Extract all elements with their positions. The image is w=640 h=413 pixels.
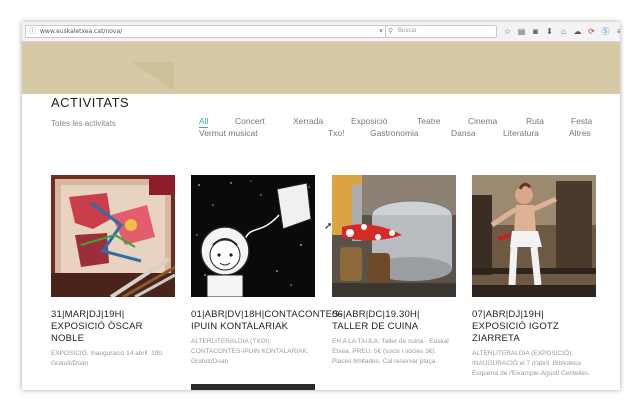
- filter-concert[interactable]: Concert: [235, 116, 265, 127]
- page-title: ACTIVITATS: [51, 95, 130, 110]
- toolbar-icons: ☆ ▤ ◙ ⬇ ⌂ ☁ ⟳ Ⓢ ≡: [502, 26, 620, 38]
- activity-title[interactable]: 07|ABR|DJ|19H| EXPOSICIÓ IGOTZ ZIARRETA: [472, 309, 596, 345]
- activity-image[interactable]: [332, 175, 456, 297]
- activity-title-line: 01|ABR|DV|18H|CONTACONTES-: [191, 309, 343, 320]
- search-input[interactable]: ⚲ Buscar: [385, 25, 497, 38]
- activity-title[interactable]: 01|ABR|DV|18H|CONTACONTES- IPUIN KONTALA…: [191, 309, 343, 333]
- skype-icon[interactable]: Ⓢ: [600, 26, 611, 37]
- filter-dansa[interactable]: Dansa: [451, 128, 476, 139]
- activity-title-line: 31|MAR|DJ|19H|: [51, 309, 125, 320]
- activity-title-line: ZIARRETA: [472, 333, 520, 344]
- activity-description: ALTERLITERALDIA (TXOI): CONTACONTES-IPUI…: [191, 338, 309, 365]
- sync-icon[interactable]: ⟳: [586, 26, 597, 37]
- reading-list-icon[interactable]: ▤: [516, 26, 527, 37]
- activity-title-line: TALLER DE CUINA: [332, 321, 419, 332]
- activity-title-line: IPUIN KONTALARIAK: [191, 321, 289, 332]
- filter-literatura[interactable]: Literatura: [503, 128, 539, 139]
- browser-window: ⓘ www.euskaletxea.cat/nova/ ▾ ↻ ⚲ Buscar…: [22, 22, 620, 390]
- all-activities-link[interactable]: Totes les activitats: [51, 116, 121, 131]
- filter-altres[interactable]: Altres: [569, 128, 591, 139]
- activity-image[interactable]: [51, 175, 175, 297]
- filter-cinema[interactable]: Cinema: [468, 116, 497, 127]
- filter-teatre[interactable]: Teatre: [417, 116, 441, 127]
- info-icon[interactable]: ⓘ: [29, 26, 36, 37]
- browser-toolbar: ⓘ www.euskaletxea.cat/nova/ ▾ ↻ ⚲ Buscar…: [22, 22, 620, 42]
- download-icon[interactable]: ⬇: [544, 26, 555, 37]
- chat-icon[interactable]: ☁: [572, 26, 583, 37]
- activity-image[interactable]: [191, 175, 315, 297]
- search-icon: ⚲: [388, 28, 394, 35]
- home-icon[interactable]: ⌂: [558, 26, 569, 37]
- activity-title[interactable]: 31|MAR|DJ|19H| EXPOSICIÓ ÒSCAR NOBLE: [51, 309, 175, 345]
- filter-xerrada[interactable]: Xerrada: [293, 116, 323, 127]
- activity-title-line: 06|ABR|DC|19.30H|: [332, 309, 420, 320]
- activity-title-line: EXPOSICIÓ ÒSCAR: [51, 321, 143, 332]
- activity-title-line: NOBLE: [51, 333, 85, 344]
- next-card-image[interactable]: [191, 384, 315, 390]
- activity-image[interactable]: [472, 175, 596, 297]
- activity-description: EXPOSICIÓ. Inauguració 14 abril. 19h. Gr…: [51, 350, 164, 367]
- banner-decoration: [132, 62, 174, 90]
- url-text: www.euskaletxea.cat/nova/: [40, 28, 123, 35]
- pocket-icon[interactable]: ◙: [530, 26, 541, 37]
- filter-vermut-musicat[interactable]: Vermut musicat: [199, 128, 258, 139]
- activity-title[interactable]: 06|ABR|DC|19.30H| TALLER DE CUINA: [332, 309, 456, 333]
- activity-card[interactable]: 01|ABR|DV|18H|CONTACONTES- IPUIN KONTALA…: [191, 175, 343, 367]
- header-banner: [22, 42, 620, 94]
- filter-festa[interactable]: Festa: [571, 116, 592, 127]
- filter-gastronomia[interactable]: Gastronomia: [370, 128, 419, 139]
- filter-all[interactable]: All: [199, 116, 209, 128]
- activity-card[interactable]: 06|ABR|DC|19.30H| TALLER DE CUINA EH A L…: [332, 175, 456, 367]
- activity-title-line: EXPOSICIÓ IGOTZ: [472, 321, 559, 332]
- activity-description: EH A LA TAULA: Taller de cuina - Euskal …: [332, 338, 449, 365]
- star-icon[interactable]: ☆: [502, 26, 513, 37]
- filter-txo[interactable]: Txo!: [328, 128, 345, 139]
- mouse-cursor-icon: ➚: [324, 221, 333, 232]
- menu-icon[interactable]: ≡: [614, 26, 620, 37]
- activity-card[interactable]: 31|MAR|DJ|19H| EXPOSICIÓ ÒSCAR NOBLE EXP…: [51, 175, 175, 369]
- filter-exposicio[interactable]: Exposició: [351, 116, 387, 127]
- filter-ruta[interactable]: Ruta: [526, 116, 544, 127]
- search-placeholder: Buscar: [398, 28, 417, 34]
- address-bar[interactable]: ⓘ www.euskaletxea.cat/nova/ ▾ ↻: [25, 25, 401, 38]
- activity-title-line: 07|ABR|DJ|19H|: [472, 309, 544, 320]
- activity-card[interactable]: 07|ABR|DJ|19H| EXPOSICIÓ IGOTZ ZIARRETA …: [472, 175, 596, 379]
- activity-description: ALTERLITERALDIA (EXPOSICIÓ): INAUGURACIÓ…: [472, 350, 590, 377]
